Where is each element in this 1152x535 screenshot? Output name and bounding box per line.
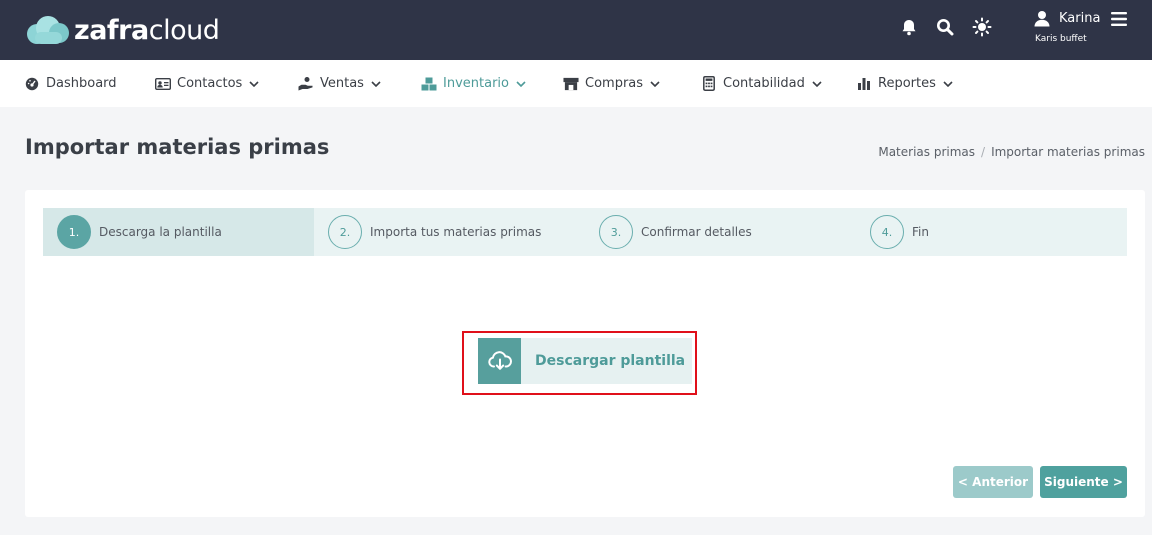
breadcrumb: Materias primas / Importar materias prim… bbox=[878, 145, 1145, 159]
boxes-icon bbox=[421, 76, 437, 92]
nav-item-label: Inventario bbox=[443, 76, 509, 91]
nav-item-contactos[interactable]: Contactos bbox=[155, 60, 259, 107]
breadcrumb-item-materias-primas[interactable]: Materias primas bbox=[878, 145, 975, 159]
dashboard-icon bbox=[24, 76, 40, 92]
chevron-down-icon bbox=[516, 80, 526, 87]
menu-icon[interactable] bbox=[1111, 11, 1127, 30]
nav-item-label: Reportes bbox=[878, 76, 936, 91]
nav-item-label: Compras bbox=[585, 76, 644, 91]
user-name: Karina bbox=[1059, 11, 1101, 26]
nav-item-inventario[interactable]: Inventario bbox=[421, 60, 526, 107]
step-label: Confirmar detalles bbox=[641, 225, 752, 239]
store-icon bbox=[563, 76, 579, 92]
cloud-logo-icon bbox=[27, 16, 69, 44]
nav-item-label: Ventas bbox=[320, 76, 364, 91]
contact-card-icon bbox=[155, 76, 171, 92]
wizard-step-4[interactable]: 4. Fin bbox=[856, 208, 1127, 256]
wizard-step-3[interactable]: 3. Confirmar detalles bbox=[585, 208, 856, 256]
nav-item-label: Contabilidad bbox=[723, 76, 805, 91]
import-card: 1. Descarga la plantilla 2. Importa tus … bbox=[25, 190, 1145, 517]
calculator-icon bbox=[701, 76, 717, 92]
search-icon[interactable] bbox=[934, 16, 956, 38]
step-label: Importa tus materias primas bbox=[370, 225, 542, 239]
chevron-down-icon bbox=[650, 80, 660, 87]
nav-item-contabilidad[interactable]: Contabilidad bbox=[701, 60, 822, 107]
step-label: Descarga la plantilla bbox=[99, 225, 222, 239]
step-label: Fin bbox=[912, 225, 929, 239]
breadcrumb-item-current: Importar materias primas bbox=[991, 145, 1145, 159]
nav-item-compras[interactable]: Compras bbox=[563, 60, 660, 107]
breadcrumb-separator: / bbox=[981, 145, 986, 159]
nav-item-ventas[interactable]: Ventas bbox=[298, 60, 381, 107]
chevron-down-icon bbox=[371, 80, 381, 87]
download-template-button[interactable]: Descargar plantilla bbox=[478, 338, 692, 384]
brand-name-light: cloud bbox=[148, 14, 220, 46]
main-nav: Dashboard Contactos Ventas Inventario Co… bbox=[0, 60, 1152, 107]
bell-icon[interactable] bbox=[898, 16, 920, 38]
brand-name-bold: zafra bbox=[74, 14, 149, 46]
nav-item-label: Dashboard bbox=[46, 76, 117, 91]
user-business: Karis buffet bbox=[1035, 34, 1087, 44]
nav-item-dashboard[interactable]: Dashboard bbox=[24, 60, 117, 107]
previous-button[interactable]: < Anterior bbox=[953, 466, 1033, 498]
nav-item-reportes[interactable]: Reportes bbox=[856, 60, 953, 107]
page-title: Importar materias primas bbox=[25, 135, 330, 159]
wizard-steps: 1. Descarga la plantilla 2. Importa tus … bbox=[43, 208, 1127, 256]
brand-logo[interactable]: zafracloud bbox=[26, 12, 220, 48]
top-header: zafracloud Karina Karis buffet bbox=[0, 0, 1152, 60]
nav-item-label: Contactos bbox=[177, 76, 243, 91]
wizard-step-1[interactable]: 1. Descarga la plantilla bbox=[43, 208, 314, 256]
wizard-step-2[interactable]: 2. Importa tus materias primas bbox=[314, 208, 585, 256]
sun-icon[interactable] bbox=[971, 16, 993, 38]
step-number: 1. bbox=[57, 215, 91, 249]
chevron-down-icon bbox=[812, 80, 822, 87]
step-number: 4. bbox=[870, 215, 904, 249]
cloud-download-icon bbox=[478, 338, 521, 384]
chevron-down-icon bbox=[943, 80, 953, 87]
chevron-down-icon bbox=[249, 80, 259, 87]
bar-chart-icon bbox=[856, 76, 872, 92]
step-number: 2. bbox=[328, 215, 362, 249]
download-template-label: Descargar plantilla bbox=[535, 353, 686, 369]
user-icon bbox=[1034, 10, 1050, 31]
next-button[interactable]: Siguiente > bbox=[1040, 466, 1127, 498]
hand-coin-icon bbox=[298, 76, 314, 92]
step-number: 3. bbox=[599, 215, 633, 249]
